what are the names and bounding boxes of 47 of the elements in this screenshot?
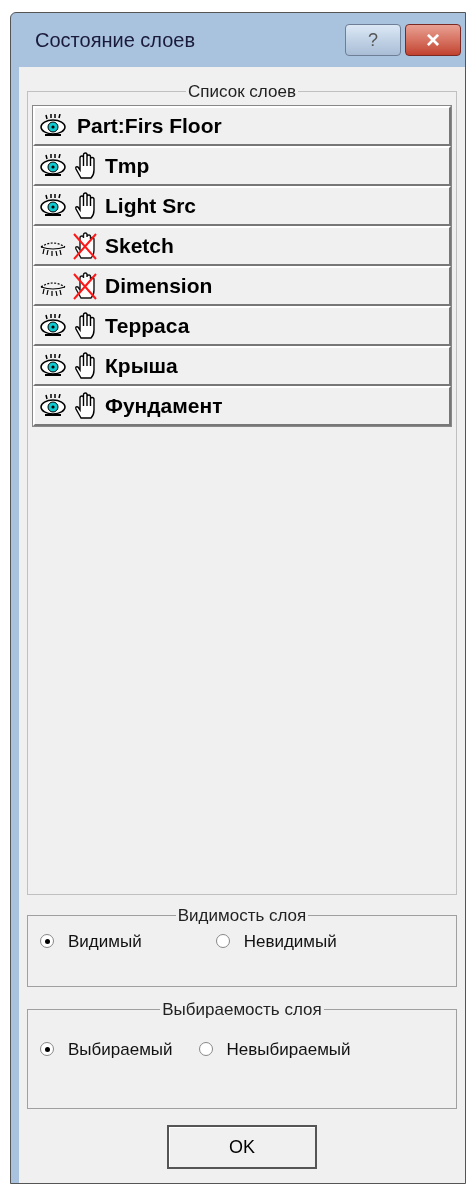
layer-row[interactable]: Фундамент [33,385,451,426]
hand-icon[interactable] [73,151,97,180]
radio-button[interactable] [198,1042,213,1057]
hand-icon[interactable] [73,191,97,220]
eye-icon[interactable] [39,193,69,218]
layer-row[interactable]: Dimension [33,265,451,306]
layer-name: Dimension [105,272,213,299]
radio-button[interactable] [40,1042,54,1057]
group-title: Список слоев [187,81,297,103]
help-button[interactable]: ? [345,24,401,56]
layer-row[interactable]: Light Src [33,185,451,226]
eye-icon[interactable] [39,313,69,338]
layer-row[interactable]: Крыша [33,345,451,386]
hand-icon[interactable] [73,351,97,380]
layer-row[interactable]: Part:Firs Floor [33,105,451,146]
radio-option[interactable]: Невидимый [215,928,337,954]
radio-button[interactable] [40,934,54,949]
layer-name: Фундамент [105,392,223,419]
layer-row[interactable]: Tmp [33,145,451,186]
layer-row[interactable]: Sketch [33,225,451,266]
radio-label: Видимый [68,930,142,953]
crossed-hand-icon[interactable] [73,231,97,260]
layer-name: Light Src [105,192,196,219]
radio-button[interactable] [215,934,230,949]
radio-option[interactable]: Невыбираемый [198,1036,351,1062]
eye-icon[interactable] [39,113,69,138]
radio-label: Невыбираемый [226,1038,351,1061]
eye-icon[interactable] [39,393,69,418]
radio-option[interactable]: Выбираемый [40,1036,173,1062]
crossed-hand-icon[interactable] [73,271,97,300]
layer-name: Part:Firs Floor [77,112,222,139]
eye-icon[interactable] [39,353,69,378]
eye-icon[interactable] [39,153,69,178]
ok-button[interactable]: OK [167,1125,317,1169]
radio-label: Невидимый [243,930,337,953]
hand-icon[interactable] [73,311,97,340]
group-title: Выбираемость слоя [161,999,323,1021]
layer-name: Sketch [105,232,174,259]
window-title: Состояние слоев [35,28,197,53]
radio-label: Выбираемый [68,1038,173,1061]
radio-option[interactable]: Видимый [40,928,142,954]
layer-name: Терраса [105,312,190,339]
layer-name: Крыша [105,352,178,379]
layer-row[interactable]: Терраса [33,305,451,346]
layer-name: Tmp [105,152,150,179]
hand-icon[interactable] [73,391,97,420]
group-title: Видимость слоя [176,905,308,927]
